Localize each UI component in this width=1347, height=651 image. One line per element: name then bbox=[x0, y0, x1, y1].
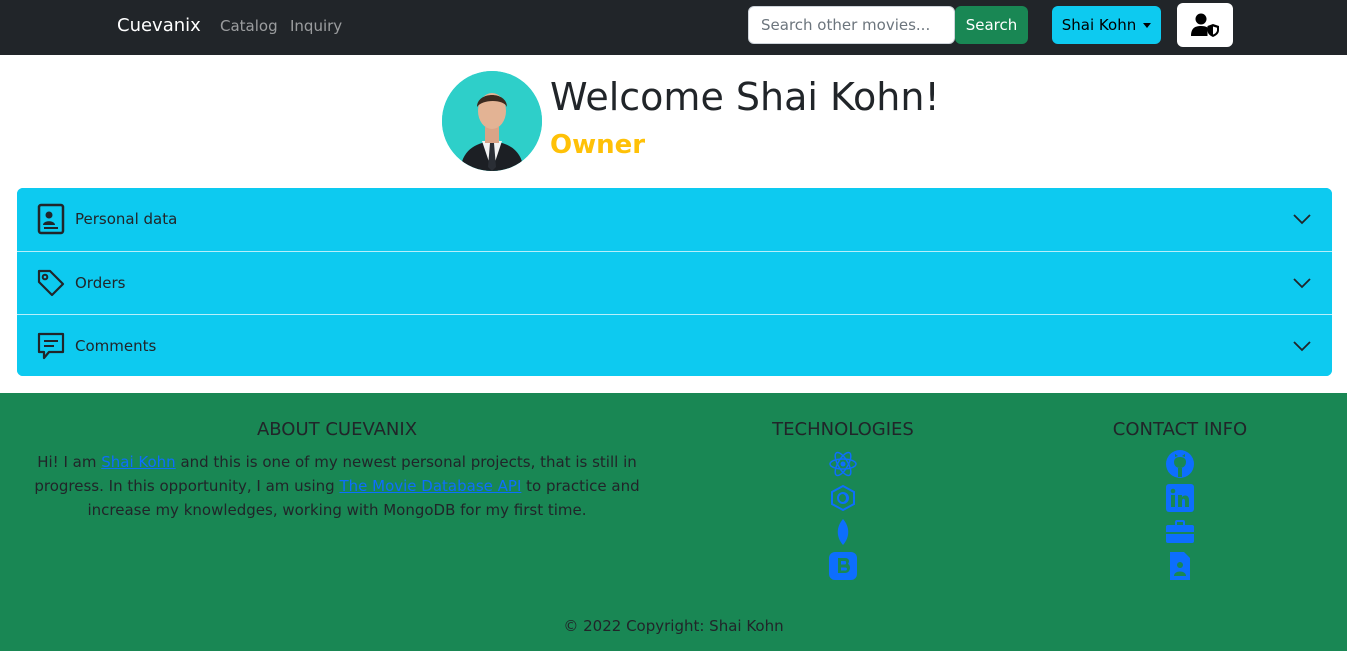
search-button[interactable]: Search bbox=[955, 6, 1028, 44]
nav-link-catalog[interactable]: Catalog bbox=[220, 15, 278, 37]
person-vcard-icon bbox=[37, 203, 65, 235]
github-icon[interactable] bbox=[1165, 449, 1195, 479]
caret-down-icon bbox=[1143, 22, 1152, 28]
accordion-label: Orders bbox=[75, 274, 126, 292]
welcome-heading: Welcome Shai Kohn! bbox=[550, 75, 940, 119]
user-dropdown-button[interactable]: Shai Kohn bbox=[1052, 6, 1161, 44]
profile-accordion: Personal data Orders Comments bbox=[17, 188, 1332, 376]
user-shield-icon bbox=[1191, 13, 1219, 37]
navbar: Cuevanix Catalog Inquiry Search Shai Koh… bbox=[0, 0, 1347, 55]
accordion-label: Personal data bbox=[75, 210, 178, 228]
redux-icon[interactable] bbox=[828, 483, 858, 513]
avatar bbox=[442, 71, 542, 171]
technologies-title: TECHNOLOGIES bbox=[772, 419, 914, 440]
search-input[interactable] bbox=[748, 6, 955, 44]
footer: ABOUT CUEVANIX Hi! I am Shai Kohn and th… bbox=[0, 393, 1347, 651]
admin-button[interactable] bbox=[1177, 3, 1233, 47]
tag-icon bbox=[37, 269, 65, 297]
contact-icons bbox=[1165, 449, 1195, 585]
file-person-icon[interactable] bbox=[1165, 551, 1195, 581]
technologies-icons bbox=[828, 449, 858, 585]
copyright-text: © 2022 Copyright: Shai Kohn bbox=[563, 617, 784, 635]
nav-link-inquiry[interactable]: Inquiry bbox=[290, 15, 342, 37]
author-link[interactable]: Shai Kohn bbox=[101, 453, 175, 471]
briefcase-icon[interactable] bbox=[1165, 517, 1195, 547]
accordion-label: Comments bbox=[75, 337, 157, 355]
bootstrap-icon[interactable] bbox=[828, 551, 858, 581]
user-dropdown-label: Shai Kohn bbox=[1061, 16, 1137, 34]
linkedin-icon[interactable] bbox=[1165, 483, 1195, 513]
accordion-comments[interactable]: Comments bbox=[17, 314, 1332, 376]
profile-photo bbox=[442, 71, 542, 171]
chevron-down-icon bbox=[1293, 341, 1311, 352]
chevron-down-icon bbox=[1293, 278, 1311, 289]
contact-title: CONTACT INFO bbox=[1112, 419, 1248, 440]
about-title: ABOUT CUEVANIX bbox=[256, 419, 418, 440]
role-label: Owner bbox=[550, 130, 646, 160]
tmdb-api-link[interactable]: The Movie Database API bbox=[339, 477, 521, 495]
brand-logo[interactable]: Cuevanix bbox=[117, 14, 201, 38]
chevron-down-icon bbox=[1293, 214, 1311, 225]
mongodb-icon[interactable] bbox=[828, 517, 858, 547]
about-text: Hi! I am Shai Kohn and this is one of my… bbox=[10, 450, 664, 522]
accordion-personal-data[interactable]: Personal data bbox=[17, 188, 1332, 250]
accordion-orders[interactable]: Orders bbox=[17, 251, 1332, 313]
about-text-part: Hi! I am bbox=[37, 453, 102, 471]
chat-left-text-icon bbox=[37, 332, 65, 360]
react-icon[interactable] bbox=[828, 449, 858, 479]
